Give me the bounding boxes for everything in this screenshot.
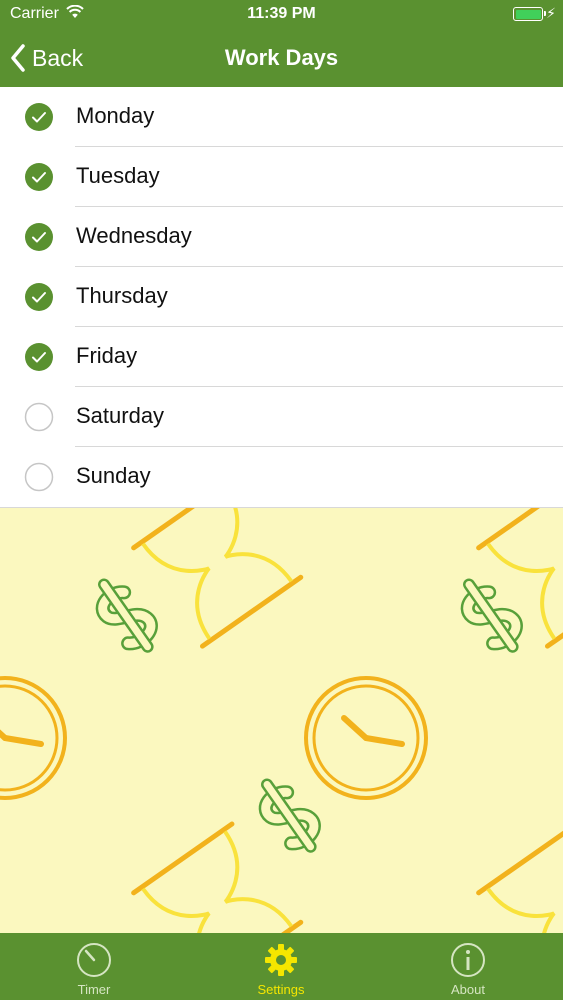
empty-circle-icon — [24, 462, 54, 492]
day-row[interactable]: Friday — [0, 327, 563, 387]
checkmark-icon — [24, 282, 54, 312]
day-label: Tuesday — [76, 163, 160, 188]
dollar-icon — [90, 575, 161, 656]
day-row[interactable]: Wednesday — [0, 207, 563, 267]
dollar-icon — [253, 775, 324, 856]
page-title: Work Days — [224, 45, 339, 70]
tab-bar: Timer Settings About — [0, 933, 563, 1000]
checkmark-icon — [24, 342, 54, 372]
hourglass-icon — [134, 824, 301, 933]
day-label: Monday — [76, 103, 155, 128]
day-label: Thursday — [76, 283, 168, 308]
charging-icon: ⚡ — [546, 5, 556, 21]
tab-about[interactable]: About — [398, 933, 538, 1000]
timer-icon — [77, 943, 111, 977]
status-bar: Carrier 11:39 PM ⚡ — [0, 0, 563, 30]
info-icon — [451, 943, 485, 977]
hourglass-icon — [479, 824, 563, 933]
day-row[interactable]: Saturday — [0, 387, 563, 447]
day-row[interactable]: Tuesday — [0, 147, 563, 207]
day-label: Saturday — [76, 403, 165, 428]
clock-icon — [0, 678, 65, 798]
dollar-icon — [455, 575, 526, 656]
checkmark-icon — [24, 102, 54, 132]
work-days-list: Monday Tuesday Wednesday Thursday Friday… — [0, 87, 563, 508]
empty-circle-icon — [24, 402, 54, 432]
status-time: 11:39 PM — [247, 5, 316, 22]
background-pattern — [0, 508, 563, 933]
clock-icon — [306, 678, 426, 798]
tab-settings[interactable]: Settings — [211, 933, 351, 1000]
battery-icon — [513, 7, 546, 21]
checkmark-icon — [24, 162, 54, 192]
checkmark-icon — [24, 222, 54, 252]
navigation-bar: Back Work Days — [0, 30, 563, 87]
day-row[interactable]: Thursday — [0, 267, 563, 327]
day-row[interactable]: Monday — [0, 87, 563, 147]
tab-label: About — [451, 982, 485, 997]
day-label: Wednesday — [76, 223, 192, 248]
day-row[interactable]: Sunday — [0, 447, 563, 507]
tab-label: Settings — [257, 982, 305, 997]
tab-timer[interactable]: Timer — [24, 933, 164, 1000]
gear-icon — [265, 944, 297, 976]
day-label: Sunday — [76, 463, 151, 488]
hourglass-icon — [134, 508, 301, 646]
day-label: Friday — [76, 343, 138, 368]
tab-label: Timer — [77, 982, 111, 997]
